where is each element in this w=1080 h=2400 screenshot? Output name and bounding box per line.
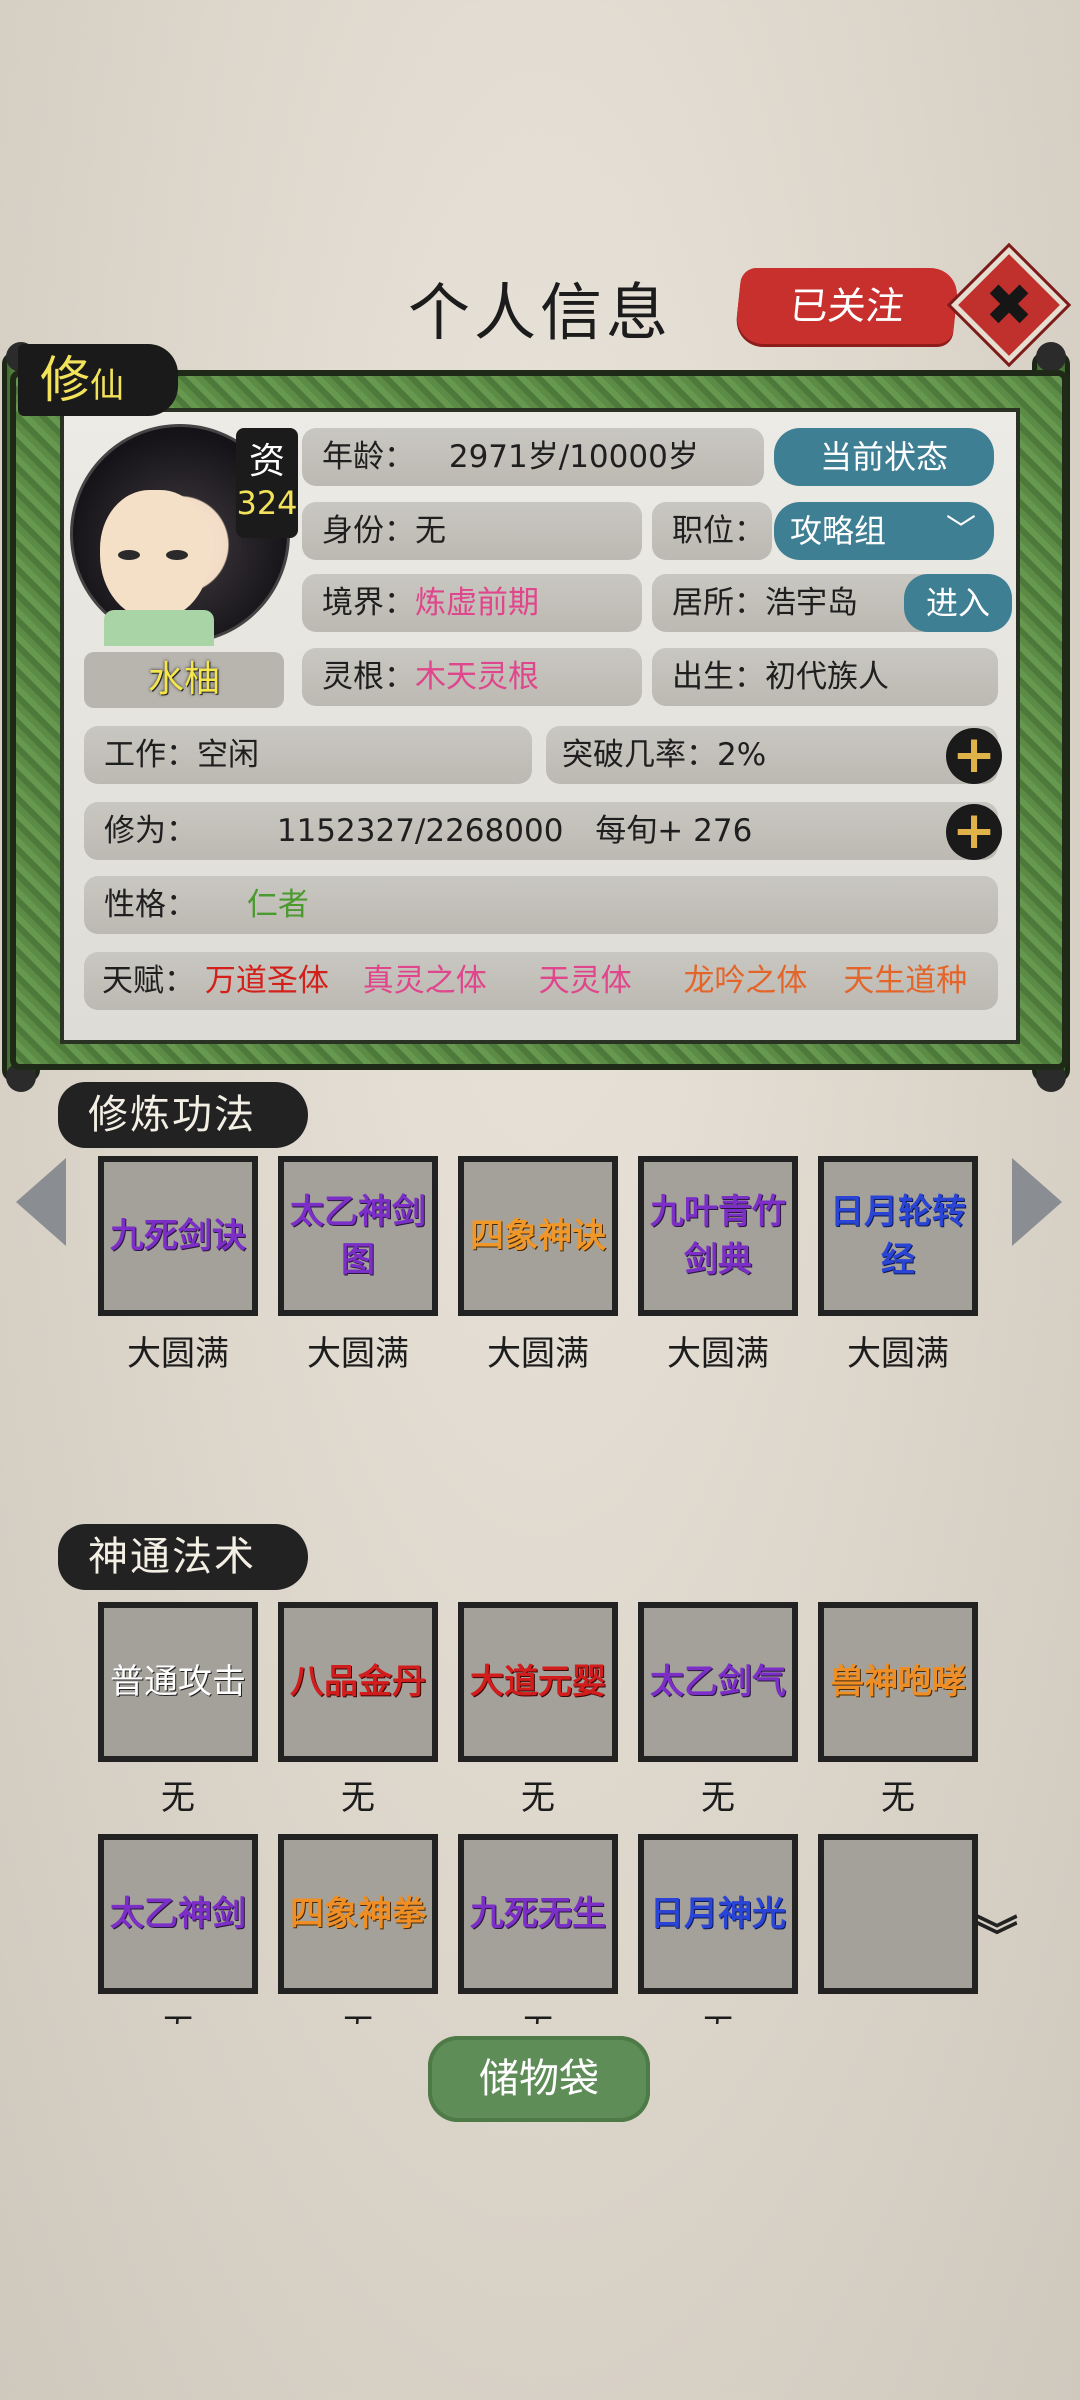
spell-card[interactable]: 四象神拳: [278, 1834, 438, 1994]
breakthrough-label: 突破几率：: [562, 737, 717, 773]
talent-label: 天赋：: [102, 963, 195, 999]
residence-value: 浩宇岛: [765, 585, 858, 621]
section-title-methods: 修炼功法: [58, 1082, 308, 1148]
spell-level: 无: [278, 2004, 438, 2024]
spirit-root-value: 木天灵根: [415, 659, 539, 695]
age-label: 年龄：: [322, 439, 415, 475]
work-value: 空闲: [197, 737, 259, 773]
spell-level: 无: [341, 1778, 375, 1818]
talent-item: 真灵之体: [362, 963, 487, 999]
spell-card[interactable]: 日月神光: [638, 1834, 798, 1994]
spell-card[interactable]: 普通攻击: [98, 1602, 258, 1762]
spell-card-empty[interactable]: [818, 1834, 978, 1994]
method-card[interactable]: 九叶青竹剑典: [638, 1156, 798, 1316]
spell-card[interactable]: 大道元婴: [458, 1602, 618, 1762]
method-level: 大圆满: [307, 1334, 409, 1374]
realm-field: 境界：炼虚前期: [302, 574, 642, 632]
age-field: 年龄： 2971岁/10000岁: [302, 428, 764, 486]
spell-level: 无: [881, 1778, 915, 1818]
enter-residence-button[interactable]: 进入: [904, 574, 1012, 632]
close-icon: ✖: [984, 271, 1034, 339]
identity-label: 身份：: [322, 513, 415, 549]
method-card[interactable]: 四象神诀: [458, 1156, 618, 1316]
plus-icon[interactable]: +: [946, 804, 1002, 860]
current-status-button[interactable]: 当前状态: [774, 428, 994, 486]
work-label: 工作：: [104, 737, 197, 773]
aptitude-value: 324: [236, 484, 298, 522]
method-card[interactable]: 九死剑诀: [98, 1156, 258, 1316]
arrow-right-icon[interactable]: [1012, 1158, 1062, 1246]
spell-card[interactable]: 八品金丹: [278, 1602, 438, 1762]
talent-item: 龙吟之体: [683, 963, 808, 999]
character-name: 水柚: [84, 652, 284, 708]
residence-label: 居所：: [672, 585, 765, 621]
method-level: 大圆满: [487, 1334, 589, 1374]
method-level: 大圆满: [667, 1334, 769, 1374]
avatar-eye: [166, 550, 188, 560]
cultivation-field: 修为： 1152327/2268000 每旬+ 276: [84, 802, 998, 860]
talent-field: 天赋： 万道圣体 真灵之体 天灵体 龙吟之体 天生道种: [84, 952, 998, 1010]
cultivation-rate: 每旬+ 276: [595, 813, 753, 849]
spell-level: 无: [701, 1778, 735, 1818]
spell-level: 无: [638, 2004, 798, 2024]
spell-level: 无: [161, 1778, 195, 1818]
realm-tag: 修仙: [18, 344, 178, 416]
spell-card[interactable]: 太乙神剑: [98, 1834, 258, 1994]
talent-item: 天生道种: [843, 963, 968, 999]
method-level: 大圆满: [127, 1334, 229, 1374]
realm-value: 炼虚前期: [415, 585, 539, 621]
birth-field: 出生：初代族人: [652, 648, 998, 706]
method-card[interactable]: 太乙神剑图: [278, 1156, 438, 1316]
method-level: 大圆满: [847, 1334, 949, 1374]
spell-level: 无: [98, 2004, 258, 2024]
realm-label: 境界：: [322, 585, 415, 621]
section-title-spells: 神通法术: [58, 1524, 308, 1590]
birth-value: 初代族人: [765, 659, 889, 695]
spell-level: 无: [458, 2004, 618, 2024]
personality-field: 性格： 仁者: [84, 876, 998, 934]
avatar-face: [100, 490, 210, 620]
follow-button[interactable]: 已关注: [734, 268, 960, 344]
spell-level-row-clipped: 无 无 无 无: [98, 2004, 798, 2024]
plus-icon[interactable]: +: [946, 728, 1002, 784]
spell-card[interactable]: 九死无生: [458, 1834, 618, 1994]
spirit-root-label: 灵根：: [322, 659, 415, 695]
birth-label: 出生：: [672, 659, 765, 695]
spell-card[interactable]: 太乙剑气: [638, 1602, 798, 1762]
expand-down-icon[interactable]: ︾: [976, 1916, 1018, 1958]
cultivation-value: 1152327/2268000: [276, 813, 564, 849]
position-label: 职位：: [652, 502, 772, 560]
cultivation-label: 修为：: [104, 813, 197, 849]
identity-field: 身份：无: [302, 502, 642, 560]
spell-card[interactable]: 兽神咆哮: [818, 1602, 978, 1762]
rod-cap: [1036, 342, 1066, 372]
age-value: 2971岁/10000岁: [448, 439, 699, 475]
dropdown-chevron-icon: ﹀: [946, 513, 976, 548]
work-field: 工作：空闲: [84, 726, 532, 784]
method-card[interactable]: 日月轮转经: [818, 1156, 978, 1316]
identity-value: 无: [415, 513, 446, 549]
arrow-left-icon[interactable]: [16, 1158, 66, 1246]
storage-bag-button[interactable]: 储物袋: [428, 2036, 650, 2122]
spirit-root-field: 灵根：木天灵根: [302, 648, 642, 706]
spell-level: 无: [521, 1778, 555, 1818]
personality-value: 仁者: [246, 887, 309, 923]
personality-label: 性格：: [104, 887, 197, 923]
avatar-eye: [118, 550, 140, 560]
breakthrough-value: 2%: [717, 737, 767, 773]
breakthrough-field: 突破几率：2%: [546, 726, 998, 784]
aptitude-label: 资: [248, 441, 285, 482]
realm-tag-small: 仙: [90, 366, 124, 406]
position-value: 攻略组: [790, 512, 887, 550]
talent-item: 万道圣体: [204, 963, 329, 999]
avatar-robe: [104, 610, 214, 646]
talent-item: 天灵体: [538, 963, 632, 999]
position-dropdown[interactable]: 攻略组 ﹀: [774, 502, 994, 560]
